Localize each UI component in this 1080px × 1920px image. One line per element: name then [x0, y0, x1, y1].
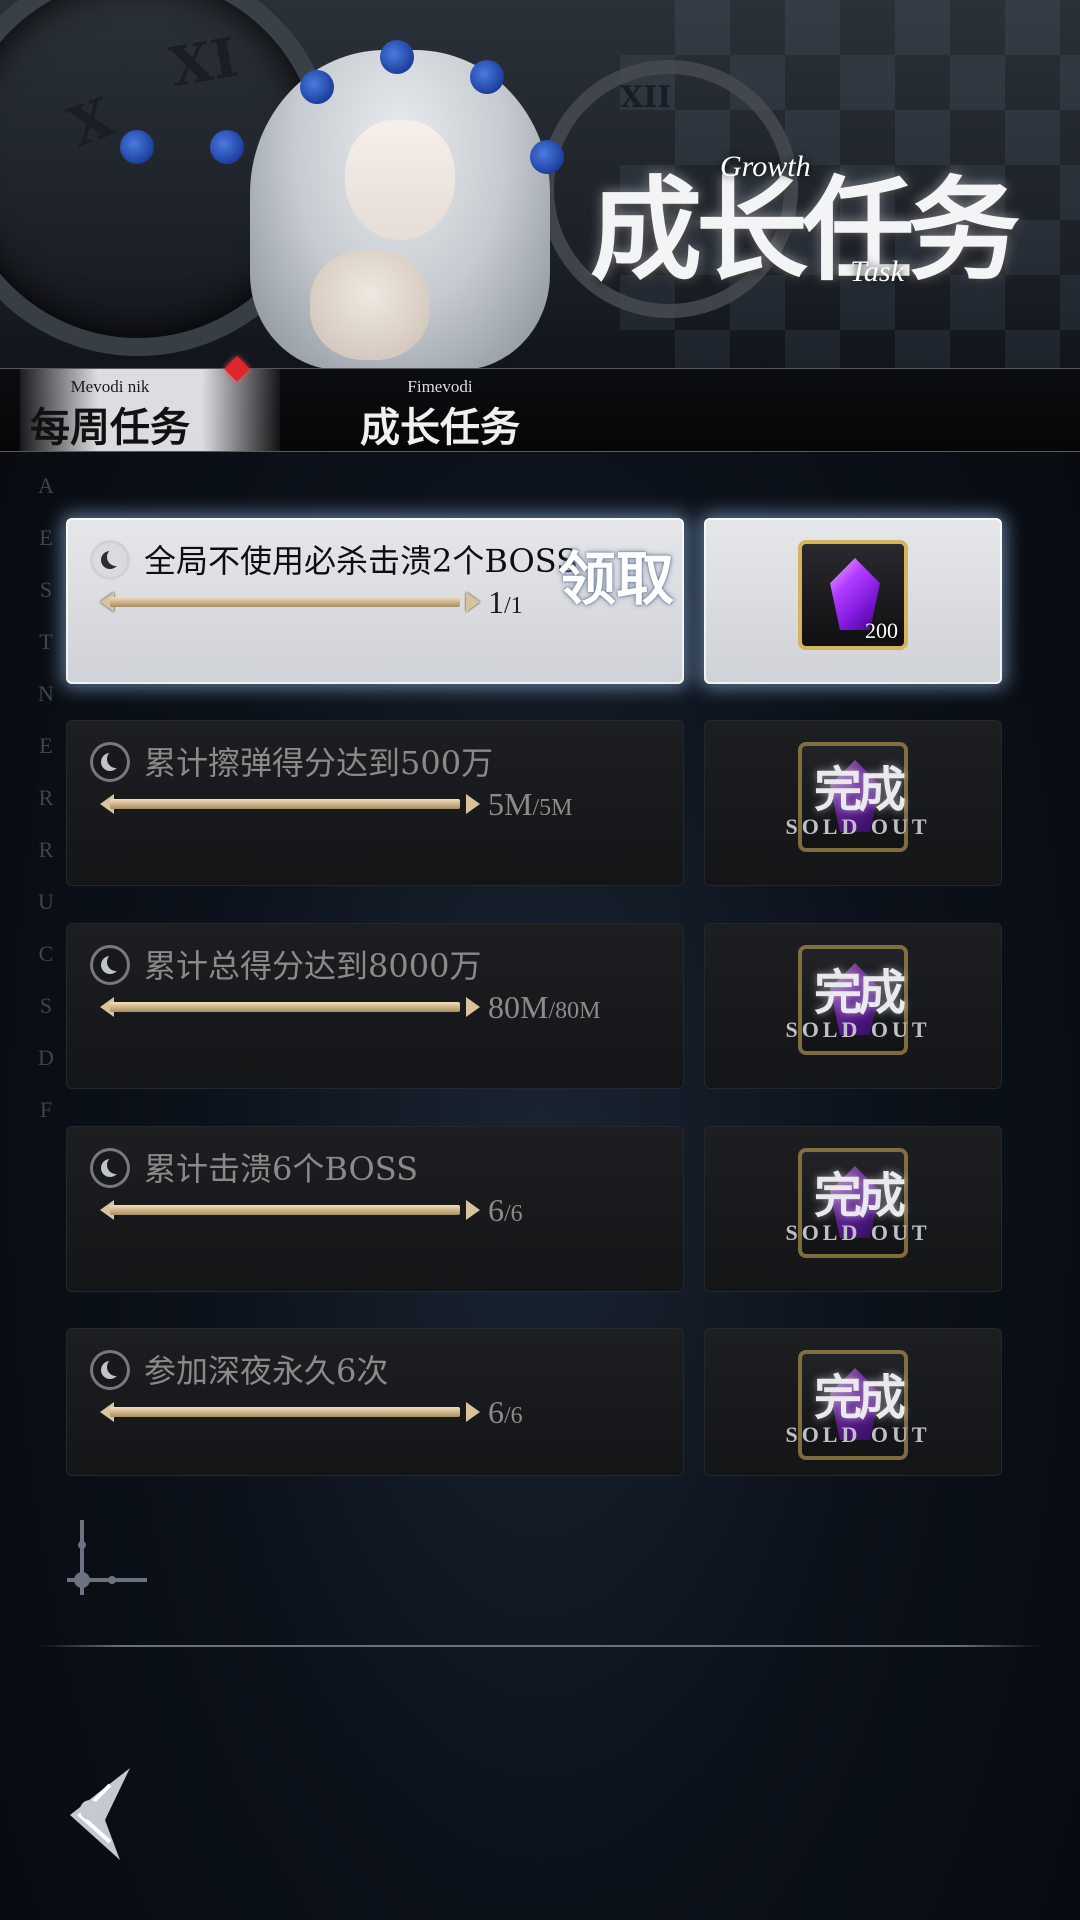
task-label: 全局不使用必杀击溃2个BOSS: [144, 542, 578, 580]
side-letter: F: [39, 1097, 53, 1122]
moon-icon: [90, 1350, 130, 1390]
task-row[interactable]: 全局不使用必杀击溃2个BOSS 1/1 领取: [66, 518, 684, 684]
progress-bar: [100, 1200, 480, 1220]
tab-growth-sub: Fimevodi: [407, 377, 473, 396]
progress-bar: [100, 592, 480, 612]
task-label: 累计总得分达到8000万: [144, 947, 482, 985]
rose-icon: [120, 130, 154, 164]
banner: X XI XII 成长任务 Growth Task: [0, 0, 1080, 370]
side-letter: N: [38, 681, 54, 706]
side-letter: R: [38, 785, 54, 810]
completed-stamp-en: SOLD OUT: [785, 1220, 931, 1245]
moon-icon: [90, 540, 130, 580]
side-letter: T: [39, 629, 53, 654]
reward-slot: 完成 SOLD OUT: [704, 720, 1002, 886]
banner-subtitle-task: Task: [850, 255, 904, 288]
completed-stamp-cn: 完成: [813, 1370, 906, 1426]
back-icon[interactable]: [50, 1760, 140, 1870]
side-letter: S: [39, 993, 53, 1018]
clock-numeral: XI: [164, 24, 243, 100]
reward-count: 200: [865, 618, 898, 643]
character-illustration: [250, 30, 550, 370]
moon-icon: [90, 1148, 130, 1188]
banner-subtitle-growth: Growth: [720, 150, 811, 183]
side-letter: U: [38, 889, 54, 914]
cross-ornament-icon: [67, 1520, 147, 1595]
tab-growth-label: 成长任务: [360, 404, 520, 451]
tab-growth-tasks[interactable]: Fimevodi 成长任务: [340, 369, 620, 451]
side-letter: R: [38, 837, 54, 862]
rose-icon: [530, 140, 564, 174]
completed-stamp-en: SOLD OUT: [785, 814, 931, 839]
progress-text: 1/1: [488, 584, 523, 620]
banner-title-group: 成长任务 Growth Task: [590, 130, 1040, 330]
progress-bar: [100, 794, 480, 814]
task-label: 参加深夜永久6次: [144, 1352, 389, 1390]
task-row: 参加深夜永久6次 6/6: [66, 1328, 684, 1476]
progress-text: 6/6: [488, 1192, 523, 1228]
side-vertical-letters: A E S T N E R R U C S D F: [34, 460, 58, 1136]
tab-weekly-sub: Mevodi nik: [70, 377, 150, 396]
task-label: 累计击溃6个BOSS: [144, 1150, 418, 1188]
clock-numeral: XII: [620, 80, 672, 115]
tab-bar: Mevodi nik 每周任务 Fimevodi 成长任务: [0, 368, 1080, 452]
reward-slot: 完成 SOLD OUT: [704, 1328, 1002, 1476]
completed-stamp-cn: 完成: [813, 1168, 906, 1224]
side-letter: E: [39, 733, 53, 758]
side-letter: D: [38, 1045, 54, 1070]
tab-weekly-label: 每周任务: [30, 404, 190, 451]
reward-slot: 完成 SOLD OUT: [704, 923, 1002, 1089]
completed-stamp-en: SOLD OUT: [785, 1422, 931, 1447]
task-row: 累计击溃6个BOSS 6/6: [66, 1126, 684, 1292]
progress-text: 80M/80M: [488, 989, 601, 1025]
completed-stamp-en: SOLD OUT: [785, 1017, 931, 1042]
reward-slot[interactable]: 200: [704, 518, 1002, 684]
rose-icon: [210, 130, 244, 164]
task-label: 累计擦弹得分达到500万: [144, 744, 494, 782]
progress-bar: [100, 997, 480, 1017]
progress-bar: [100, 1402, 480, 1422]
side-letter: A: [38, 473, 54, 498]
rose-icon: [470, 60, 504, 94]
moon-icon: [90, 945, 130, 985]
completed-stamp: 完成 SOLD OUT: [768, 1358, 948, 1458]
section-divider: [40, 1645, 1040, 1647]
completed-stamp-cn: 完成: [813, 965, 906, 1021]
side-letter: S: [39, 577, 53, 602]
progress-text: 6/6: [488, 1394, 523, 1430]
completed-stamp: 完成 SOLD OUT: [768, 1156, 948, 1256]
completed-stamp: 完成 SOLD OUT: [768, 953, 948, 1053]
reward-slot: 完成 SOLD OUT: [704, 1126, 1002, 1292]
side-letter: E: [39, 525, 53, 550]
side-letter: C: [38, 941, 54, 966]
tab-weekly-tasks[interactable]: Mevodi nik 每周任务: [20, 369, 280, 451]
claim-button[interactable]: 领取: [558, 532, 674, 616]
task-row: 累计总得分达到8000万 80M/80M: [66, 923, 684, 1089]
moon-icon: [90, 742, 130, 782]
teddy-bear: [310, 250, 430, 360]
rose-icon: [380, 40, 414, 74]
completed-stamp: 完成 SOLD OUT: [768, 750, 948, 850]
rose-icon: [300, 70, 334, 104]
task-row: 累计擦弹得分达到500万 5M/5M: [66, 720, 684, 886]
progress-text: 5M/5M: [488, 786, 573, 822]
reward-item[interactable]: 200: [798, 540, 908, 650]
completed-stamp-cn: 完成: [813, 762, 906, 818]
